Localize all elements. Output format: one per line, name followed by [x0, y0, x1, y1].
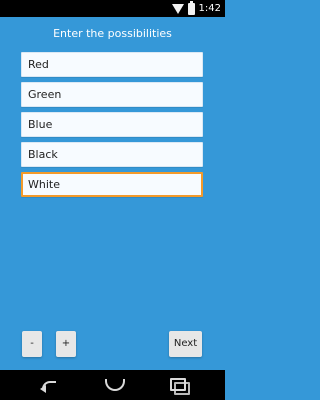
status-icons: 1:42 [171, 0, 221, 17]
home-icon[interactable] [103, 377, 125, 391]
recent-apps-icon[interactable] [168, 377, 190, 395]
navigation-bar [0, 370, 225, 400]
back-icon[interactable] [40, 377, 60, 393]
possibility-input-4[interactable]: Black [21, 142, 203, 167]
possibility-input-1[interactable]: Red [21, 52, 203, 77]
content: Enter the possibilities Red Green Blue B… [0, 17, 225, 370]
next-button[interactable]: Next [169, 331, 202, 357]
battery-icon [187, 0, 195, 15]
possibility-input-5[interactable]: White [21, 172, 203, 197]
page-title: Enter the possibilities [53, 27, 172, 40]
add-field-button[interactable]: + [56, 331, 76, 357]
clock: 1:42 [198, 3, 221, 14]
remove-field-button[interactable]: - [22, 331, 42, 357]
status-bar: 1:42 [0, 0, 225, 17]
wifi-icon [171, 4, 184, 14]
possibility-input-2[interactable]: Green [21, 82, 203, 107]
possibility-input-3[interactable]: Blue [21, 112, 203, 137]
